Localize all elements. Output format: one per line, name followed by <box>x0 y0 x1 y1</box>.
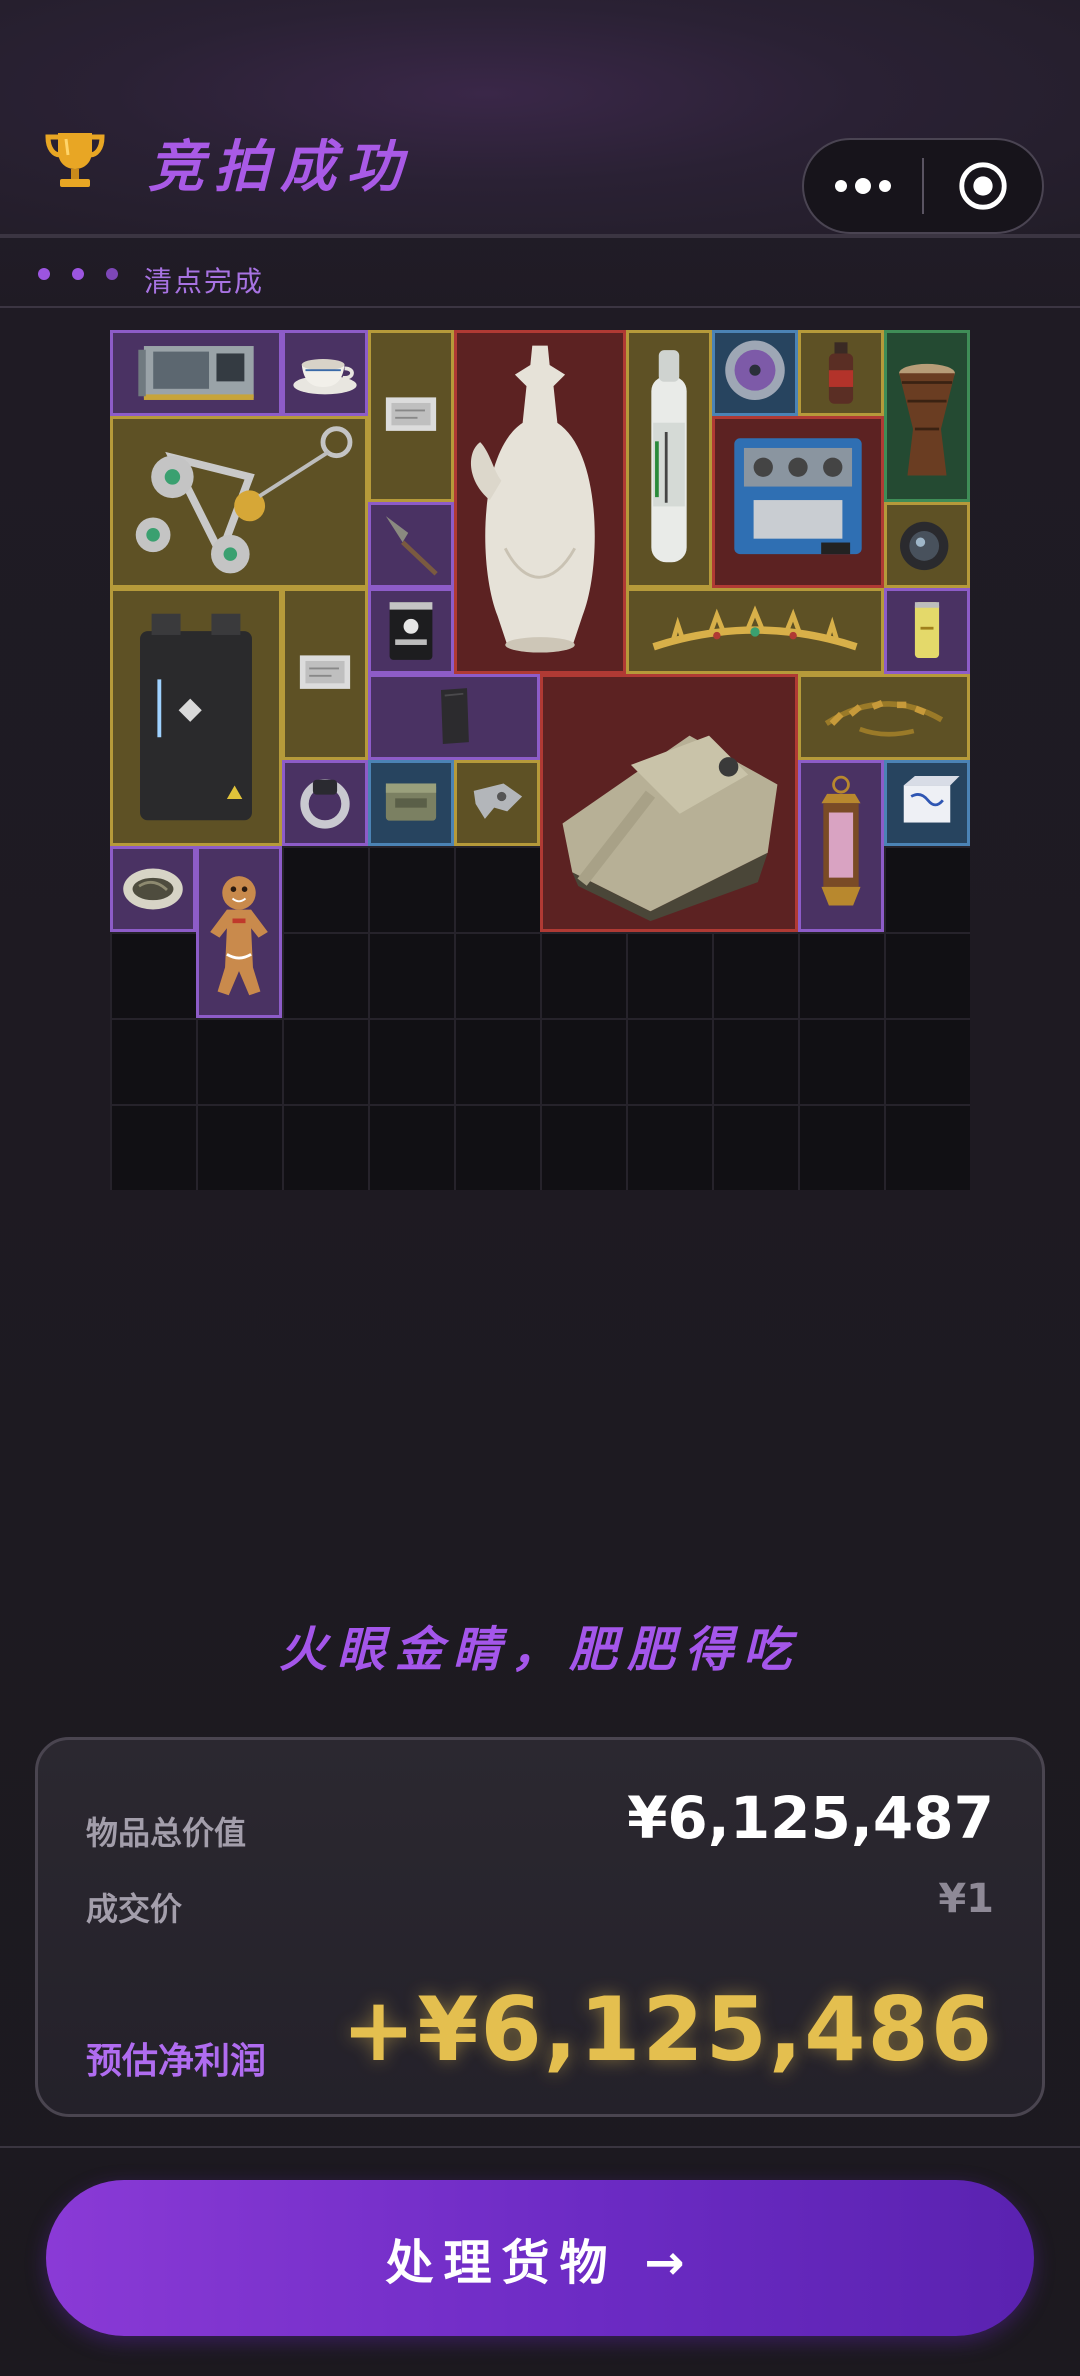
item-golden-tiara[interactable] <box>626 588 884 674</box>
deal-price-label: 成交价 <box>86 1890 183 1928</box>
item-protein-can[interactable] <box>368 588 454 674</box>
item-energy-can[interactable] <box>884 588 970 674</box>
item-stone-slab[interactable] <box>368 674 540 760</box>
item-oxygen-tank[interactable] <box>626 330 712 588</box>
page-title: 竞拍成功 <box>148 135 412 200</box>
deal-price-amount: ¥1 <box>938 1876 994 1922</box>
item-ammo-tin[interactable] <box>368 760 454 846</box>
trophy-icon <box>40 125 110 195</box>
total-value-label: 物品总价值 <box>86 1814 247 1852</box>
mini-program-capsule <box>802 138 1044 234</box>
item-gingerbread-man[interactable] <box>196 846 282 1018</box>
process-goods-button[interactable]: 处理货物 → <box>46 2180 1034 2336</box>
item-djembe-drum[interactable] <box>884 330 970 502</box>
net-profit-label: 预估净利润 <box>86 2041 267 2082</box>
item-laurel-crown[interactable] <box>798 674 970 760</box>
item-reptile-egg[interactable] <box>110 846 196 932</box>
progress-dots <box>38 268 118 280</box>
auction-result-screen: 竞拍成功 清点完成 火眼金睛，肥肥得吃 物品总价值 ¥6,125,487 成交价… <box>0 0 1080 2376</box>
item-teacup[interactable] <box>282 330 368 416</box>
slogan-text: 火眼金睛，肥肥得吃 <box>278 1622 801 1678</box>
item-silver-ring[interactable] <box>282 760 368 846</box>
summary-card: 物品总价值 ¥6,125,487 成交价 ¥1 预估净利润 +¥6,125,48… <box>35 1737 1045 2117</box>
item-porcelain-box[interactable] <box>884 760 970 846</box>
item-silver-document[interactable] <box>368 330 454 502</box>
item-disc[interactable] <box>712 330 798 416</box>
item-silver-document-2[interactable] <box>282 588 368 760</box>
total-value-amount: ¥6,125,487 <box>627 1784 994 1852</box>
item-server-engine[interactable] <box>712 416 884 588</box>
footer-divider <box>0 2146 1080 2148</box>
item-jeweled-necklace[interactable] <box>110 416 368 588</box>
item-ornate-lantern[interactable] <box>798 760 884 932</box>
item-arrowhead[interactable] <box>368 502 454 588</box>
net-profit-amount: +¥6,125,486 <box>341 1978 994 2081</box>
inventory-grid <box>110 330 970 1190</box>
item-porcelain-ewer[interactable] <box>454 330 626 674</box>
item-camera-lens[interactable] <box>884 502 970 588</box>
item-battle-tank[interactable] <box>540 674 798 932</box>
header: 竞拍成功 <box>0 0 1080 238</box>
status-text: 清点完成 <box>144 265 265 298</box>
item-metal-bracket[interactable] <box>454 760 540 846</box>
target-close-icon[interactable] <box>924 138 1042 234</box>
more-dots-icon[interactable] <box>804 138 922 234</box>
status-row: 清点完成 <box>0 242 1080 308</box>
item-power-supply-case[interactable] <box>110 588 282 846</box>
item-graphics-card[interactable] <box>110 330 282 416</box>
item-drink-bottle[interactable] <box>798 330 884 416</box>
